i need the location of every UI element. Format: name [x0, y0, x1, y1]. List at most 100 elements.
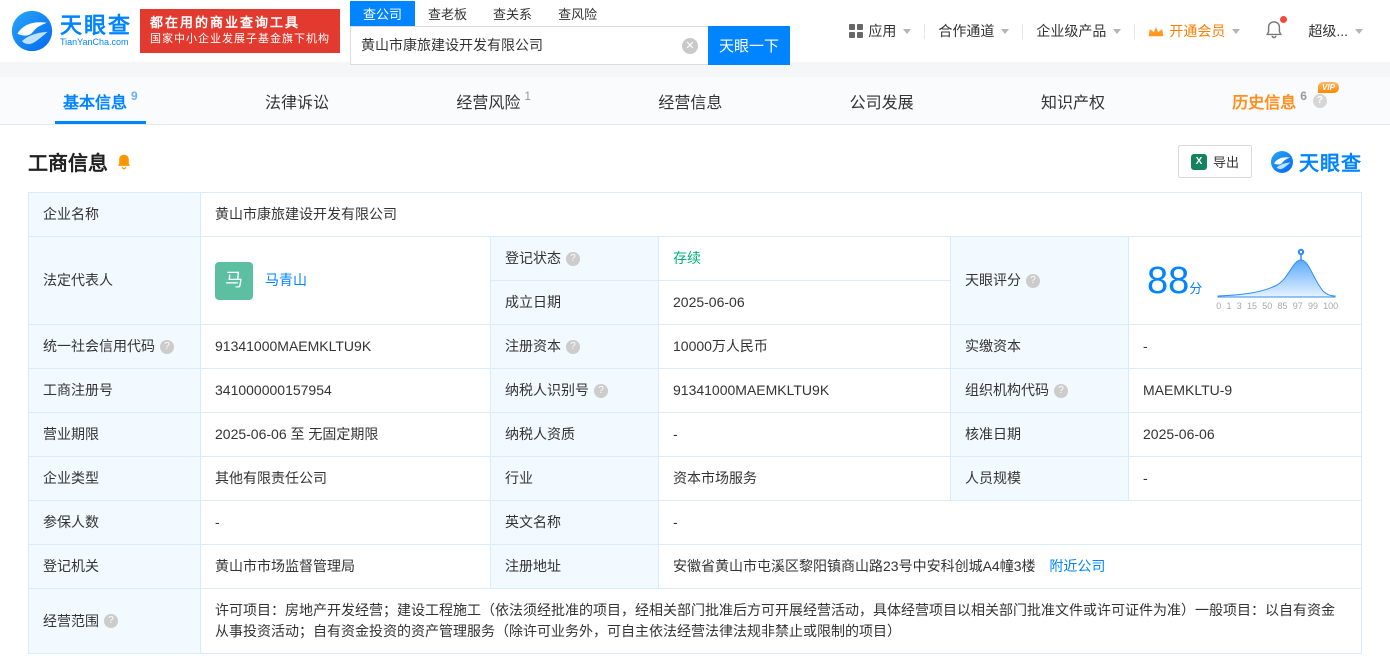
vip-badge: VIP: [1318, 82, 1339, 93]
chevron-down-icon: [1001, 28, 1010, 34]
tab-count: 6: [1300, 88, 1307, 103]
nav-enterprise[interactable]: 企业级产品: [1023, 21, 1134, 41]
search-tabs: 查公司 查老板 查关系 查风险: [350, 0, 790, 26]
search-button[interactable]: 天眼一下: [708, 25, 791, 65]
logo-domain-text: TianYanCha.com: [60, 37, 129, 48]
company-type-label: 企业类型: [28, 456, 201, 501]
table-row: 参保人数 - 英文名称 -: [28, 500, 1362, 545]
tab-history-info[interactable]: VIP 历史信息 6 ?: [1224, 77, 1339, 124]
search-tab-boss[interactable]: 查老板: [415, 1, 480, 26]
nav-account[interactable]: 超级...: [1295, 21, 1376, 41]
taxpayer-qualification-value: -: [658, 412, 951, 457]
clear-search-icon[interactable]: ✕: [682, 37, 699, 54]
table-row: 经营范围? 许可项目：房地产开发经营；建设工程施工（依法须经批准的项目，经相关部…: [28, 588, 1362, 654]
avatar[interactable]: 马: [215, 261, 253, 300]
tab-label: 基本信息: [63, 94, 128, 112]
paid-capital-label: 实缴资本: [950, 324, 1129, 369]
reg-status-label: 登记状态 ?: [490, 236, 659, 281]
promo-badge: 都在用的商业查询工具 国家中小企业发展子基金旗下机构: [140, 8, 341, 54]
notification-dot: [1280, 16, 1288, 23]
search-input[interactable]: [350, 25, 709, 65]
help-icon[interactable]: ?: [566, 339, 580, 354]
nav-vip-membership[interactable]: 开通会员: [1135, 21, 1253, 41]
reg-address-value: 安徽省黄山市屯溪区黎阳镇商山路23号中安科创城A4幢3楼 附近公司: [658, 544, 1362, 589]
chevron-down-icon: [1232, 28, 1241, 34]
tab-count: 9: [131, 88, 138, 103]
credit-code-label: 统一社会信用代码?: [28, 324, 201, 369]
tab-business-info[interactable]: 经营信息: [650, 77, 730, 124]
tab-basic-info[interactable]: 基本信息 9: [55, 77, 146, 124]
legal-rep-cell: 马 马青山: [200, 236, 491, 325]
nearby-companies-link[interactable]: 附近公司: [1049, 558, 1105, 574]
table-row: 营业期限 2025-06-06 至 无固定期限 纳税人资质 - 核准日期 202…: [28, 412, 1362, 457]
approval-date-value: 2025-06-06: [1128, 412, 1362, 457]
taxpayer-id-label: 纳税人识别号?: [490, 368, 659, 413]
tab-company-development[interactable]: 公司发展: [842, 77, 922, 124]
taxpayer-id-value: 91341000MAEMKLTU9K: [658, 368, 951, 413]
help-icon[interactable]: ?: [104, 614, 118, 628]
tab-label: 公司发展: [849, 94, 914, 112]
company-name-label: 企业名称: [28, 192, 201, 237]
tab-operational-risk[interactable]: 经营风险 1: [448, 77, 539, 124]
help-icon[interactable]: ?: [594, 383, 608, 398]
nav-apps[interactable]: 应用: [836, 21, 924, 41]
tab-legal-litigation[interactable]: 法律诉讼: [257, 77, 337, 124]
tab-label: 知识产权: [1040, 94, 1105, 112]
grid-icon: [849, 24, 864, 38]
page-title: 工商信息: [28, 153, 108, 175]
search-area: 查公司 查老板 查关系 查风险 ✕ 天眼一下: [350, 0, 791, 65]
nav-account-label: 超级...: [1308, 23, 1348, 39]
table-row: 企业名称 黄山市康旅建设开发有限公司: [28, 192, 1362, 237]
tianyancha-logo-icon: [11, 10, 53, 52]
paid-capital-value: -: [1128, 324, 1362, 369]
tab-label: 经营信息: [658, 94, 723, 112]
english-name-label: 英文名称: [490, 500, 659, 545]
org-code-value: MAEMKLTU-9: [1128, 368, 1362, 413]
reg-capital-value: 10000万人民币: [658, 324, 951, 369]
top-nav: 应用 合作通道 企业级产品 开通会员 超级...: [836, 16, 1376, 42]
score-curve-chart: 01 3 15 50 85 97 99 100: [1216, 247, 1338, 314]
business-info-table: 企业名称 黄山市康旅建设开发有限公司 法定代表人 马 马青山 登记状态 ? 存续: [28, 192, 1362, 654]
monitor-bell-icon[interactable]: [116, 153, 132, 170]
score-cell: 88分 0 1 3 15 50 85 97 99 100: [1128, 236, 1362, 325]
legal-rep-link[interactable]: 马青山: [265, 270, 307, 291]
establish-date-label: 成立日期: [490, 280, 659, 325]
business-scope-value: 许可项目：房地产开发经营；建设工程施工（依法须经批准的项目，经相关部门批准后方可…: [200, 588, 1362, 654]
table-row: 企业类型 其他有限责任公司 行业 资本市场服务 人员规模 -: [28, 456, 1362, 501]
help-icon[interactable]: ?: [160, 339, 174, 354]
tab-label: 历史信息: [1232, 94, 1297, 112]
table-row: 法定代表人 马 马青山 登记状态 ? 存续 天眼评分 ? 88分 0 1 3 1…: [28, 236, 1362, 325]
score-value: 88分: [1147, 259, 1203, 302]
search-tab-relation[interactable]: 查关系: [480, 1, 545, 26]
promo-line1: 都在用的商业查询工具: [150, 14, 301, 30]
nav-partner[interactable]: 合作通道: [925, 21, 1022, 41]
approval-date-label: 核准日期: [950, 412, 1129, 457]
export-label: 导出: [1212, 155, 1239, 170]
tianyancha-logo-icon: [1271, 150, 1293, 173]
notifications-button[interactable]: [1253, 16, 1295, 42]
business-scope-label: 经营范围?: [28, 588, 201, 654]
tianyancha-logo[interactable]: 天眼查 TianYanCha.com: [10, 9, 132, 53]
table-row: 工商注册号 341000000157954 纳税人识别号? 91341000MA…: [28, 368, 1362, 413]
help-icon[interactable]: ?: [1312, 93, 1327, 108]
help-icon[interactable]: ?: [1026, 273, 1040, 288]
export-button[interactable]: X 导出: [1177, 145, 1252, 178]
industry-label: 行业: [490, 456, 659, 501]
table-row: 登记机关 黄山市市场监督管理局 注册地址 安徽省黄山市屯溪区黎阳镇商山路23号中…: [28, 544, 1362, 589]
search-tab-risk[interactable]: 查风险: [545, 1, 610, 26]
business-term-value: 2025-06-06 至 无固定期限: [200, 412, 491, 457]
registry-authority-label: 登记机关: [28, 544, 201, 589]
search-tab-company[interactable]: 查公司: [350, 0, 416, 26]
help-icon[interactable]: ?: [1054, 383, 1068, 398]
table-row: 统一社会信用代码? 91341000MAEMKLTU9K 注册资本? 10000…: [28, 324, 1362, 369]
tab-count: 1: [524, 88, 532, 103]
tab-label: 经营风险: [456, 94, 521, 112]
reg-number-value: 341000000157954: [200, 368, 491, 413]
help-icon[interactable]: ?: [566, 251, 580, 266]
tab-intellectual-property[interactable]: 知识产权: [1033, 77, 1113, 124]
section-header: 工商信息 X 导出 天眼查: [28, 145, 1362, 178]
org-code-label: 组织机构代码?: [950, 368, 1129, 413]
nav-enterprise-label: 企业级产品: [1036, 23, 1107, 39]
insured-count-label: 参保人数: [28, 500, 201, 545]
top-header: 天眼查 TianYanCha.com 都在用的商业查询工具 国家中小企业发展子基…: [0, 0, 1390, 65]
